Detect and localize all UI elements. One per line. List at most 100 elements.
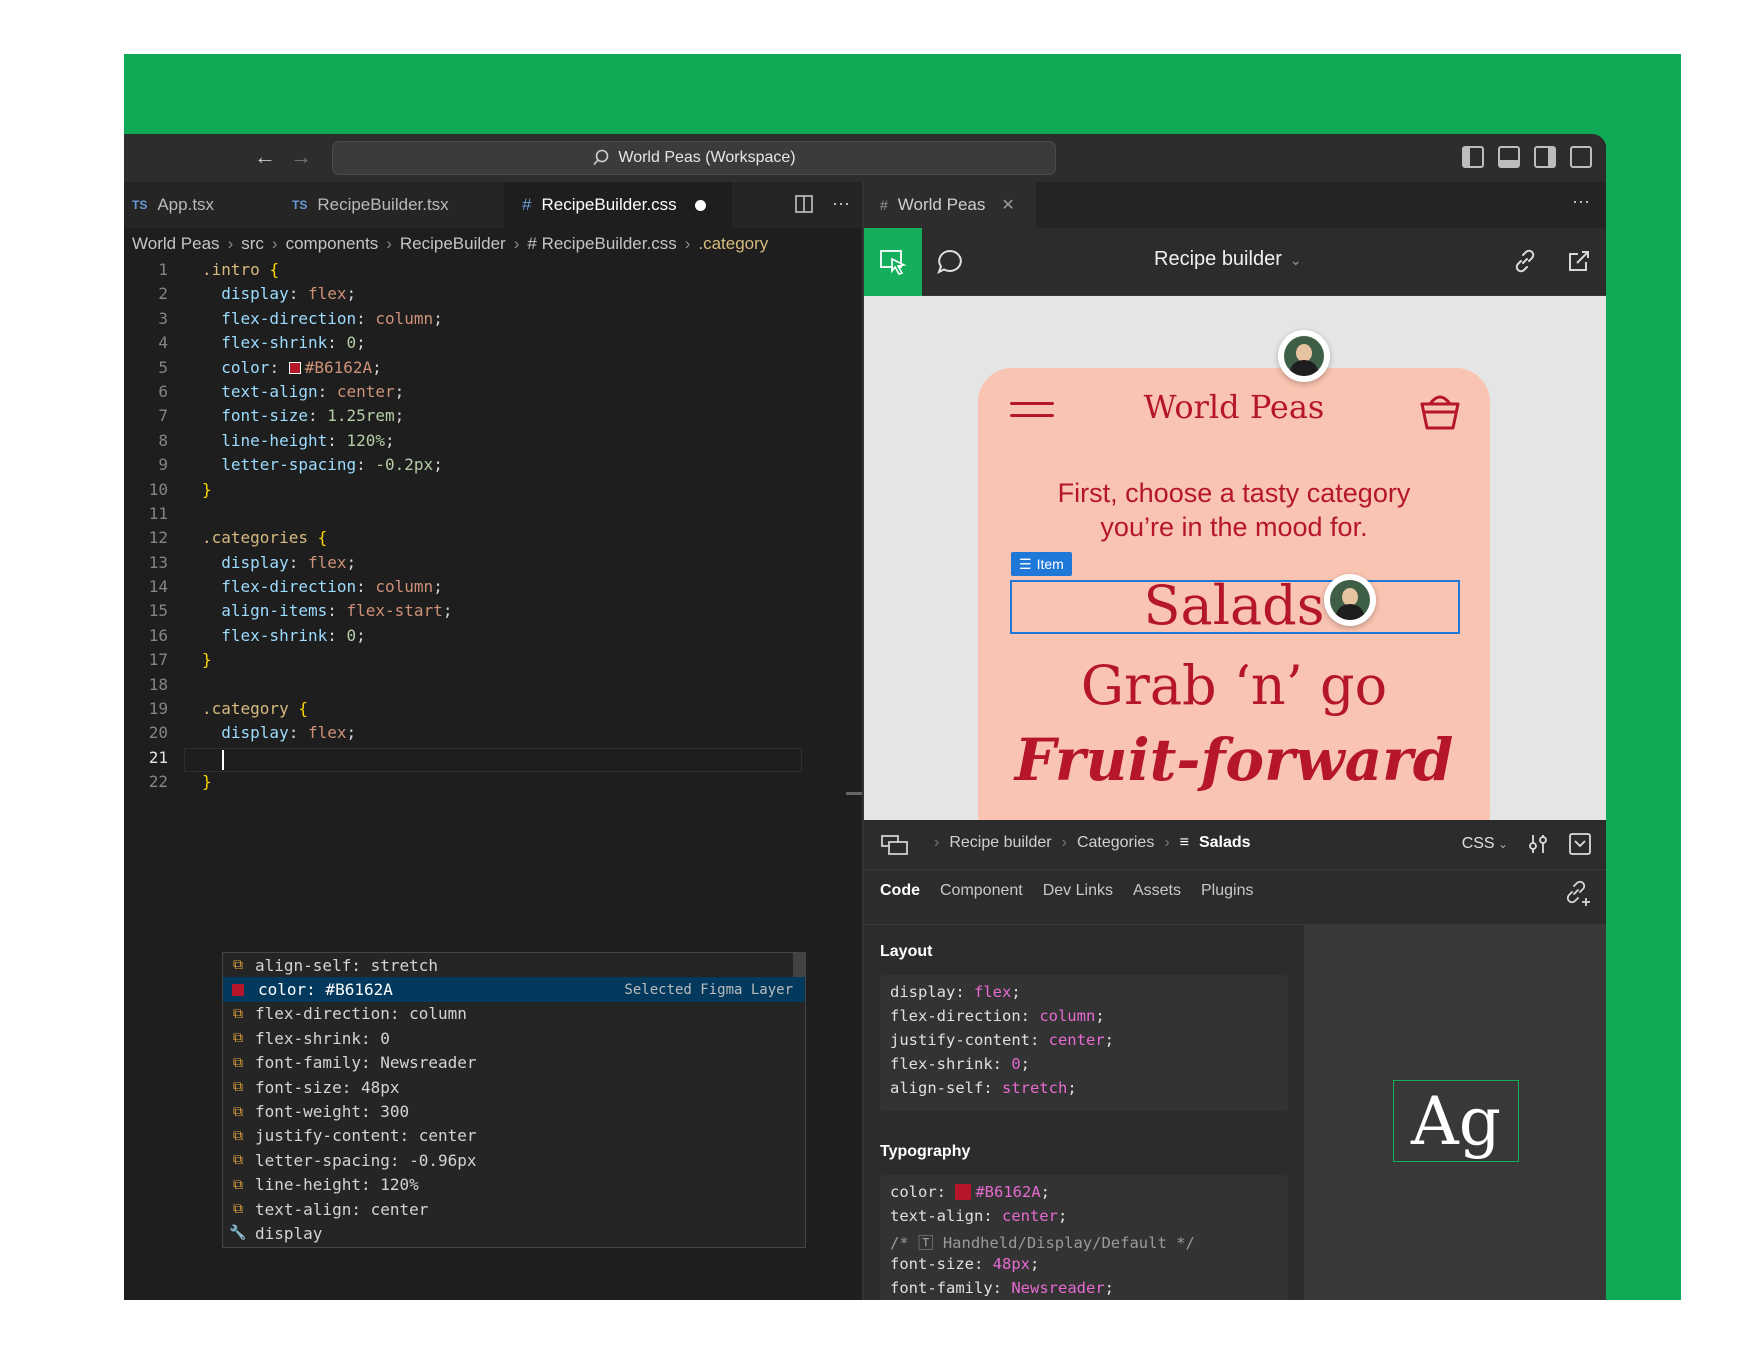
breadcrumb-item[interactable]: # RecipeBuilder.css [527,234,676,254]
code-line[interactable]: 5 color: #B6162A; [124,358,862,382]
suggestion-item[interactable]: ⧉ flex-shrink: 0 [223,1026,805,1050]
suggestion-hint: Selected Figma Layer [624,981,793,998]
chevron-right-icon: › [934,834,940,851]
code-line[interactable]: 20 display: flex; [124,723,862,747]
breadcrumb-item[interactable]: src [241,234,264,254]
current-line-highlight [184,747,802,772]
code-line[interactable]: 3 flex-direction: column; [124,309,862,333]
code-line[interactable]: 21 [124,747,862,772]
typography-code-block[interactable]: color: #B6162A; text-align: center; /* 🅃… [880,1175,1288,1300]
collaborator-avatar[interactable] [1278,330,1330,382]
split-editor-icon[interactable] [794,194,814,214]
collaborator-avatar[interactable] [1324,574,1376,626]
code-line[interactable]: 19 .category { [124,699,862,723]
tab-app-tsx[interactable]: TS App.tsx [124,182,274,228]
more-actions-icon[interactable]: ⋯ [1572,192,1590,213]
code-line[interactable]: 15 align-items: flex-start; [124,601,862,625]
code-line[interactable]: 2 display: flex; [124,284,862,308]
code-line[interactable]: 14 flex-direction: column; [124,577,862,601]
suggestion-item[interactable]: ⧉ text-align: center [223,1197,805,1221]
layer-crumb[interactable]: Recipe builder [949,834,1051,852]
layer-crumb[interactable]: Categories [1077,834,1154,852]
suggestion-item[interactable]: ⧉ font-weight: 300 [223,1099,805,1123]
back-arrow-icon[interactable]: ← [254,144,276,170]
close-icon[interactable]: ✕ [1001,195,1014,215]
suggestion-item[interactable]: ⧉ font-family: Newsreader [223,1051,805,1075]
toggle-primary-sidebar-icon[interactable] [1462,146,1484,168]
code-line[interactable]: 7 font-size: 1.25rem; [124,406,862,430]
settings-sliders-icon[interactable] [1528,833,1548,855]
text-layer-icon: ≡ [1179,834,1189,851]
breadcrumb-item[interactable]: .category [698,234,768,254]
forward-arrow-icon[interactable]: → [290,144,312,170]
code-line[interactable]: 22} [124,772,862,796]
scroll-indicator[interactable] [846,792,862,795]
category-salads[interactable]: Salads [978,574,1490,637]
suggestion-item[interactable]: ⧉ justify-content: center [223,1124,805,1148]
code-line[interactable]: 18 [124,675,862,699]
basket-icon[interactable] [1418,390,1462,432]
suggestion-item[interactable]: ⧉ flex-direction: column [223,1002,805,1026]
code-text: } [202,479,212,499]
tab-code[interactable]: Code [880,882,920,900]
layout-code-block[interactable]: display: flex; flex-direction: column; jus… [880,975,1288,1111]
breadcrumb-item[interactable]: components [286,234,379,254]
comment-icon[interactable] [936,248,964,276]
tab-assets[interactable]: Assets [1133,882,1181,900]
item-badge-label: Item [1036,556,1064,572]
code-line[interactable]: 16 flex-shrink: 0; [124,626,862,650]
suggestion-item[interactable]: color: #B6162A Selected Figma Layer [223,977,805,1002]
suggestion-item[interactable]: ⧉ letter-spacing: -0.96px [223,1148,805,1172]
open-external-icon[interactable] [1566,248,1592,274]
toggle-panel-icon[interactable] [1498,146,1520,168]
breadcrumb-item[interactable]: RecipeBuilder [400,234,506,254]
collapse-panel-icon[interactable] [1568,832,1592,856]
font-preview: Ag [1393,1080,1519,1162]
code-text: color: #B6162A; [221,357,382,377]
add-link-icon[interactable] [1564,880,1592,908]
tab-dev-links[interactable]: Dev Links [1043,882,1113,900]
suggestion-item[interactable]: ⧉ align-self: stretch [223,953,805,977]
tab-component[interactable]: Component [940,882,1023,900]
language-dropdown[interactable]: CSS ⌄ [1462,835,1508,853]
code-line[interactable]: 17} [124,650,862,674]
code-line: display: flex; [890,983,1021,1001]
tab-recipebuilder-tsx[interactable]: TS RecipeBuilder.tsx [284,182,494,228]
customize-layout-icon[interactable] [1570,146,1592,168]
suggestion-item[interactable]: ⧉ font-size: 48px [223,1075,805,1099]
category-fruit-forward[interactable]: Fruit-forward [978,726,1490,794]
chevron-right-icon: › [1164,834,1170,851]
category-grab-n-go[interactable]: Grab ‘n’ go [978,654,1490,717]
design-canvas[interactable]: World Peas First, choose a tasty categor… [864,296,1606,820]
code-lines[interactable]: 1 .intro {2 display: flex; 3 flex-directio… [124,260,862,797]
code-line[interactable]: 11 [124,504,862,528]
more-actions-icon[interactable]: ⋯ [832,194,850,215]
tab-world-peas[interactable]: # World Peas ✕ [864,182,1036,228]
link-icon[interactable] [1512,248,1538,274]
breadcrumb-item[interactable]: World Peas [132,234,220,254]
code-line[interactable]: 9 letter-spacing: -0.2px; [124,455,862,479]
suggestion-item[interactable]: ⧉ line-height: 120% [223,1173,805,1197]
command-center-search[interactable]: World Peas (Workspace) [332,141,1056,175]
code-line[interactable]: 12 .categories { [124,528,862,552]
suggestion-item[interactable]: 🔧 display [223,1221,805,1245]
unsaved-dot-icon[interactable] [694,199,706,211]
figma-pane: # World Peas ✕ ⋯ Recipe builder ⌄ World P… [864,182,1606,1300]
toggle-secondary-sidebar-icon[interactable] [1534,146,1556,168]
code-line[interactable]: 13 display: flex; [124,553,862,577]
code-line[interactable]: 1 .intro { [124,260,862,284]
file-title-dropdown[interactable]: Recipe builder ⌄ [1154,248,1302,271]
code-line[interactable]: 6 text-align: center; [124,382,862,406]
layers-icon[interactable] [880,834,910,856]
layer-crumb-current[interactable]: Salads [1199,834,1251,852]
code-panel: Layout display: flex; flex-direction: col… [864,924,1304,1300]
phone-frame[interactable]: World Peas First, choose a tasty categor… [978,368,1490,820]
tab-plugins[interactable]: Plugins [1201,882,1253,900]
code-line[interactable]: 10} [124,480,862,504]
code-text: .intro { [202,260,280,279]
code-line[interactable]: 8 line-height: 120%; [124,431,862,455]
tab-label: RecipeBuilder.tsx [317,195,449,214]
select-tool-button[interactable] [864,228,922,296]
tab-recipebuilder-css[interactable]: # RecipeBuilder.css [504,182,732,228]
code-line[interactable]: 4 flex-shrink: 0; [124,333,862,357]
